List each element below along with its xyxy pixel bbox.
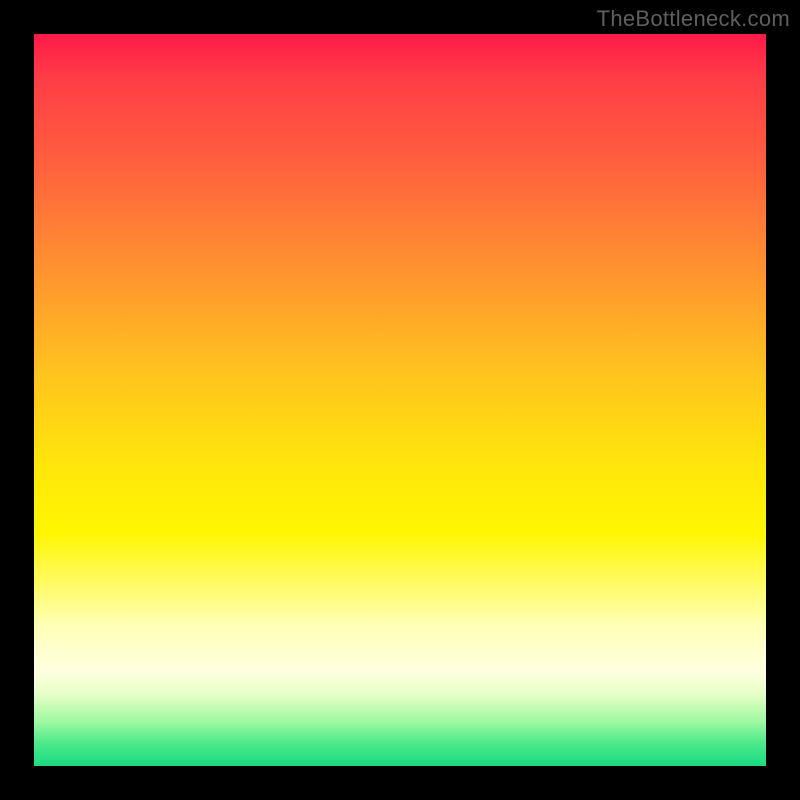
background-gradient (34, 34, 766, 766)
plot-area (34, 34, 766, 766)
watermark-text: TheBottleneck.com (597, 6, 790, 32)
chart-frame: TheBottleneck.com (0, 0, 800, 800)
